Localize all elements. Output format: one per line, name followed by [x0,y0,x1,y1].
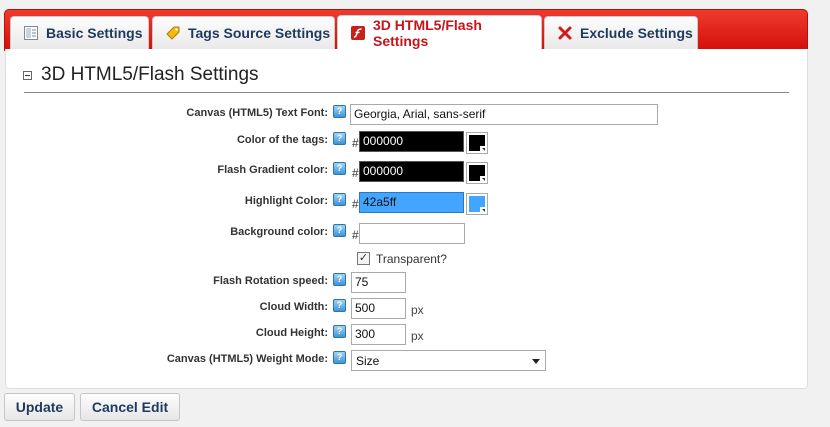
field-row-font: Canvas (HTML5) Text Font: ? Georgia, Ari… [0,104,830,126]
picker-arrow-icon [480,146,486,152]
field-row-tag-color: Color of the tags: ? # 000000 [0,131,830,154]
field-row-highlight-color: Highlight Color: ? # 42a5ff [0,192,830,215]
transparent-checkbox[interactable]: ✓ [357,252,370,265]
field-row-cloud-width: Cloud Width: ? 500 px [0,298,830,320]
help-icon[interactable]: ? [333,299,346,312]
field-row-gradient-color: Flash Gradient color: ? # 000000 [0,161,830,184]
field-label: Canvas (HTML5) Text Font: [186,107,328,119]
field-row-background-color: Background color: ? # [0,223,830,245]
field-label: Background color: [230,226,328,238]
help-icon[interactable]: ? [333,325,346,338]
cloud-height-input[interactable]: 300 [351,324,406,345]
rotation-speed-input[interactable]: 75 [351,272,406,293]
tab-label: Exclude Settings [580,25,693,41]
tab-bar: Basic Settings Tags Source Settings 3D H… [4,9,808,51]
update-button[interactable]: Update [4,393,75,421]
tab-label: Tags Source Settings [188,25,331,41]
field-label: Flash Rotation speed: [213,275,328,287]
picker-arrow-icon [480,176,486,182]
field-row-transparent: ✓ Transparent? [0,251,830,273]
cloud-width-input[interactable]: 500 [351,298,406,319]
help-icon[interactable]: ? [333,105,346,118]
help-icon[interactable]: ? [333,224,346,237]
field-label: Flash Gradient color: [217,164,328,176]
field-row-rotation-speed: Flash Rotation speed: ? 75 [0,272,830,294]
section-title: 3D HTML5/Flash Settings [41,64,259,85]
divider [24,92,789,93]
field-label: Cloud Width: [259,301,328,313]
field-label: Color of the tags: [236,134,328,146]
tab-label: 3D HTML5/Flash Settings [373,17,482,49]
hash-prefix: # [352,197,359,211]
field-label: Cloud Height: [255,327,328,339]
field-label: Highlight Color: [244,195,328,207]
tab-tags-source-settings[interactable]: Tags Source Settings [152,16,335,49]
tab-3d-html5-flash-settings[interactable]: 3D HTML5/Flash Settings [337,15,542,50]
gradient-color-input[interactable]: 000000 [359,161,464,182]
highlight-color-input[interactable]: 42a5ff [359,192,464,213]
exclude-x-icon [557,25,573,41]
section-header: 3D HTML5/Flash Settings [23,64,259,86]
unit-label: px [411,303,424,317]
gradient-color-picker[interactable] [466,162,488,184]
cancel-edit-button[interactable]: Cancel Edit [80,393,180,421]
tab-label: Basic Settings [46,25,143,41]
transparent-label: Transparent? [376,252,447,266]
field-row-cloud-height: Cloud Height: ? 300 px [0,324,830,346]
tab-exclude-settings[interactable]: Exclude Settings [544,16,698,49]
field-label: Canvas (HTML5) Weight Mode: [166,353,328,365]
select-value: Size [356,354,380,368]
help-icon[interactable]: ? [333,273,346,286]
background-color-input[interactable] [359,223,465,244]
hash-prefix: # [352,166,359,180]
hash-prefix: # [352,228,359,242]
tag-color-picker[interactable] [466,132,488,154]
field-row-weight-mode: Canvas (HTML5) Weight Mode: ? Size [0,350,830,372]
page-icon [23,25,39,41]
font-input[interactable]: Georgia, Arial, sans-serif [350,104,658,125]
tab-basic-settings[interactable]: Basic Settings [10,16,149,49]
collapse-icon[interactable] [23,70,32,80]
help-icon[interactable]: ? [333,132,346,145]
highlight-color-picker[interactable] [466,193,488,215]
help-icon[interactable]: ? [333,162,346,175]
hash-prefix: # [352,136,359,150]
flash-icon [350,25,366,41]
help-icon[interactable]: ? [333,351,346,364]
help-icon[interactable]: ? [333,193,346,206]
unit-label: px [411,329,424,343]
tag-color-input[interactable]: 000000 [359,131,464,152]
picker-arrow-icon [480,207,486,213]
tag-icon [165,25,181,41]
chevron-down-icon [532,359,540,364]
weight-mode-select[interactable]: Size [351,350,546,371]
